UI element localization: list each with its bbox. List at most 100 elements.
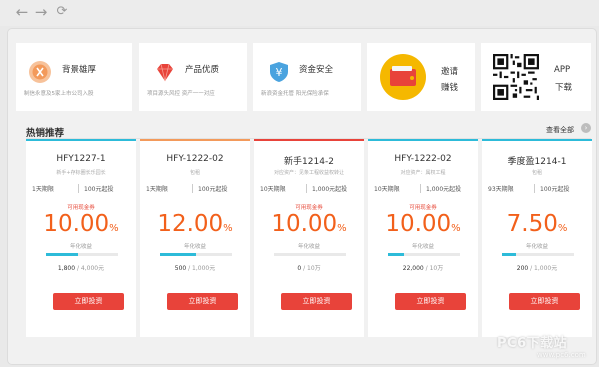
amount-raised: 1,800 / 4,000元 [26, 263, 136, 272]
rate-value: 10.00 [43, 211, 110, 237]
page-content: 背景雄厚 制信永意及5家上市公司入股 产品优质 项目源头风控 资产一一对应 ¥ … [7, 28, 597, 365]
chevron-right-icon[interactable]: › [581, 123, 591, 133]
product-name[interactable]: HFY-1222-02 [140, 154, 250, 164]
refresh-icon[interactable]: ⟳ [54, 4, 70, 20]
progress-fill [46, 253, 79, 256]
invest-now-button[interactable]: 立即投资 [167, 293, 238, 310]
feature-title: 资金安全 [299, 65, 334, 75]
progress-bar [502, 253, 574, 256]
watermark-url: www.pc6.com [537, 351, 586, 359]
divider [78, 184, 79, 193]
invest-now-button[interactable]: 立即投资 [395, 293, 466, 310]
product-min-invest: 1,000元起投 [426, 186, 462, 193]
product-tag: 包租 [531, 170, 542, 176]
feature-title: APP [554, 65, 571, 75]
card-accent-line [140, 139, 250, 141]
watermark-brand: PC6下载站 [497, 336, 568, 351]
feature-title: 产品优质 [185, 65, 220, 75]
product-name[interactable]: HFY1227-1 [26, 154, 136, 164]
annual-rate: 10.00% [254, 211, 364, 237]
rate-label: 年化收益 [183, 244, 206, 250]
product-name[interactable]: 季度盈1214-1 [482, 154, 592, 167]
feature-app-download[interactable]: APP 下载 [481, 43, 591, 111]
progress-bar [274, 253, 346, 256]
feature-title: 邀请 [441, 67, 459, 77]
card-accent-line [254, 139, 364, 141]
divider [192, 184, 193, 193]
product-card: HFY-1222-02 对应资产：属权工程 10天期限 1,000元起投 可用现… [368, 139, 478, 337]
invest-now-button[interactable]: 立即投资 [509, 293, 580, 310]
progress-bar [46, 253, 118, 256]
feature-title-line2: 下载 [555, 83, 573, 93]
amount-raised: 500 / 1,000元 [140, 263, 250, 272]
section-title: 热销推荐 [26, 128, 65, 139]
rate-value: 10.00 [271, 211, 338, 237]
progress-fill [388, 253, 404, 256]
feature-desc: 新浪资金托管 阳光保险承保 [261, 91, 329, 97]
rate-percent-sign: % [223, 223, 233, 234]
svg-text:¥: ¥ [276, 66, 283, 79]
progress-fill [160, 253, 196, 256]
invest-now-button[interactable]: 立即投资 [53, 293, 124, 310]
rate-value: 10.00 [385, 211, 452, 237]
product-term: 1天期限 [146, 186, 168, 193]
diamond-icon [157, 63, 173, 82]
back-arrow-icon[interactable]: ← [14, 4, 30, 20]
coupon-label: 可用现金券 [67, 205, 95, 211]
card-accent-line [26, 139, 136, 141]
rate-percent-sign: % [109, 223, 119, 234]
rate-percent-sign: % [451, 223, 461, 234]
invest-now-button[interactable]: 立即投资 [281, 293, 352, 310]
feature-desc: 制信永意及5家上市公司入股 [24, 91, 94, 97]
qr-code-icon [493, 54, 539, 100]
product-tag: 对应资产：属权工程 [400, 170, 446, 176]
amount-total: / 10万 [425, 265, 444, 272]
product-tag: 对应资产：见条工程收益权转让 [273, 170, 344, 176]
progress-fill [502, 253, 517, 256]
amount-sold: 22,000 [402, 265, 424, 272]
product-tag: 新手+存标圈长乐园长 [56, 170, 106, 176]
shield-yuan-icon: ¥ [270, 62, 288, 82]
product-name[interactable]: HFY-1222-02 [368, 154, 478, 164]
product-min-invest: 100元起投 [540, 186, 570, 193]
amount-raised: 200 / 1,000元 [482, 263, 592, 272]
feature-product-quality: 产品优质 项目源头风控 资产一一对应 [139, 43, 247, 111]
amount-sold: 200 [516, 265, 529, 272]
annual-rate: 12.00% [140, 211, 250, 237]
feature-invite[interactable]: 邀请 赚钱 [367, 43, 475, 111]
progress-bar [160, 253, 232, 256]
feature-title: 背景雄厚 [62, 65, 97, 75]
divider [306, 184, 307, 193]
coupon-label: 可用现金券 [409, 205, 437, 211]
amount-raised: 0 / 10万 [254, 263, 364, 272]
product-min-invest: 1,000元起投 [312, 186, 348, 193]
feature-fund-safety: ¥ 资金安全 新浪资金托管 阳光保险承保 [253, 43, 361, 111]
feature-background: 背景雄厚 制信永意及5家上市公司入股 [16, 43, 132, 111]
rate-value: 12.00 [157, 211, 224, 237]
rate-percent-sign: % [557, 223, 568, 234]
progress-bar [388, 253, 460, 256]
coupon-label: 可用现金券 [295, 205, 323, 211]
rate-label: 年化收益 [411, 244, 434, 250]
product-card: 季度盈1214-1 包租 93天期限 100元起投 7.50% 年化收益 200… [482, 139, 592, 337]
rate-label: 年化收益 [525, 244, 548, 250]
product-name[interactable]: 新手1214-2 [254, 154, 364, 167]
divider [534, 184, 535, 193]
amount-total: / 1,000元 [530, 265, 558, 272]
card-accent-line [482, 139, 592, 141]
forward-arrow-icon[interactable]: → [33, 4, 49, 20]
see-all-link[interactable]: 查看全部 [546, 125, 574, 135]
amount-sold: 0 [297, 265, 302, 272]
rate-label: 年化收益 [297, 244, 320, 250]
product-card: HFY1227-1 新手+存标圈长乐园长 1天期限 100元起投 可用现金券 1… [26, 139, 136, 337]
feature-desc: 项目源头风控 资产一一对应 [147, 91, 215, 97]
annual-rate: 10.00% [368, 211, 478, 237]
product-term: 10天期限 [374, 186, 400, 193]
divider [420, 184, 421, 193]
rate-label: 年化收益 [69, 244, 92, 250]
rate-value: 7.50 [506, 211, 558, 237]
product-card: 新手1214-2 对应资产：见条工程收益权转让 10天期限 1,000元起投 可… [254, 139, 364, 337]
product-card: HFY-1222-02 包租 1天期限 100元起投 12.00% 年化收益 5… [140, 139, 250, 337]
amount-total: / 10万 [303, 265, 321, 272]
browser-toolbar: ← → ⟳ [0, 0, 599, 26]
